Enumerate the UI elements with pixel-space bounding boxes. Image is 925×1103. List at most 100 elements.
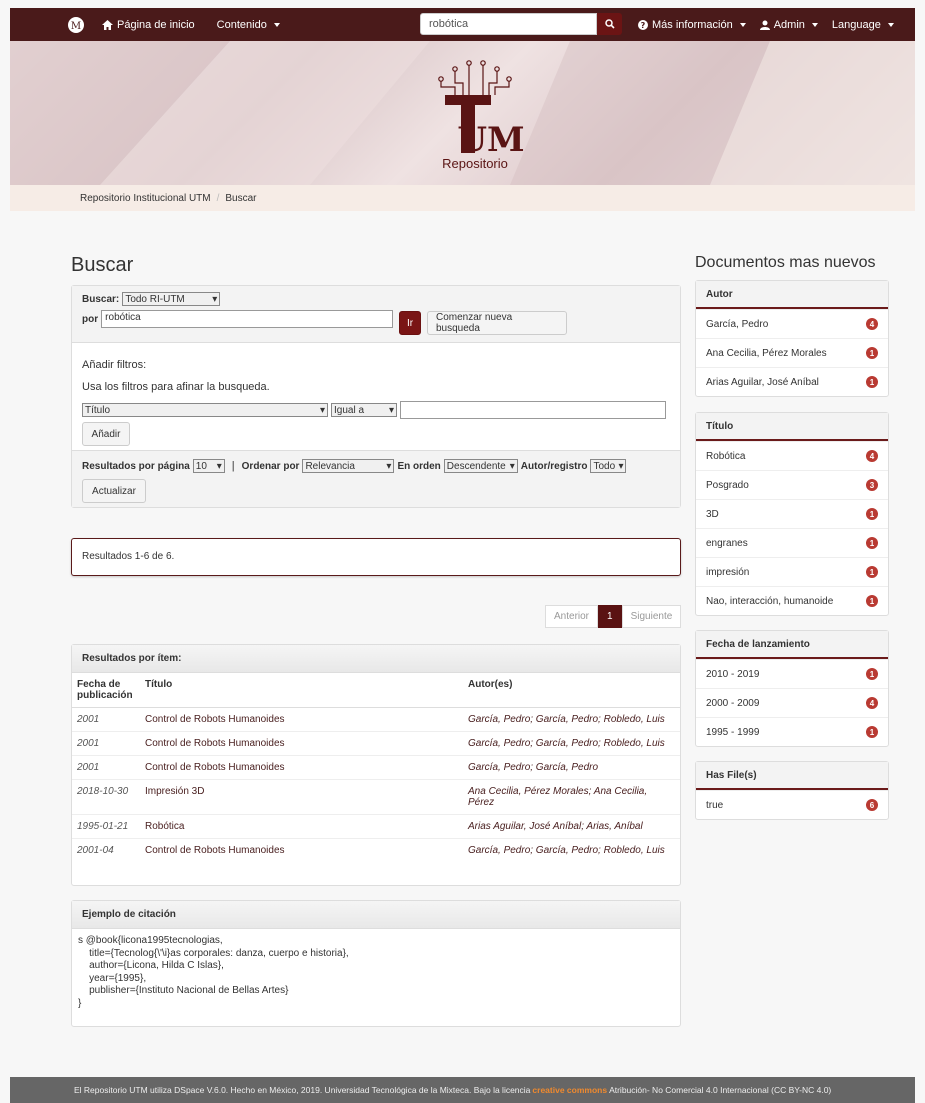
facet-item[interactable]: Posgrado 3 xyxy=(696,470,888,499)
chevron-down-icon: ▾ xyxy=(388,404,394,416)
filter-field-select[interactable]: Título ▾ xyxy=(82,403,328,417)
breadcrumb-current: Buscar xyxy=(225,192,257,204)
chevron-down-icon: ▾ xyxy=(386,460,392,472)
citation-text: s @book{licona1995tecnologias, title={Te… xyxy=(78,935,349,1009)
count-badge: 6 xyxy=(866,799,878,811)
row-authors-link[interactable]: García, Pedro; García, Pedro; Robledo, L… xyxy=(463,707,680,732)
facet-item-label: 2000 - 2009 xyxy=(706,697,760,709)
facet-item-label: Nao, interacción, humanoide xyxy=(706,595,834,607)
nav-home-link[interactable]: Página de inicio xyxy=(102,19,195,31)
row-title-link[interactable]: Control de Robots Humanoides xyxy=(140,707,463,732)
facet-item-label: true xyxy=(706,799,724,811)
creative-commons-logo[interactable]: creative commons xyxy=(532,1085,607,1095)
row-authors-link[interactable]: García, Pedro; García, Pedro xyxy=(463,755,680,780)
row-title-link[interactable]: Impresión 3D xyxy=(140,779,463,815)
row-title-link[interactable]: Control de Robots Humanoides xyxy=(140,755,463,780)
rpp-label: Resultados por página xyxy=(82,460,190,472)
facet-heading: Autor xyxy=(696,281,888,309)
new-search-button[interactable]: Comenzar nueva busqueda xyxy=(427,311,567,335)
nav-search-button[interactable] xyxy=(597,13,622,35)
facet-item[interactable]: engranes 1 xyxy=(696,528,888,557)
query-input[interactable]: robótica xyxy=(101,310,394,328)
col-authors-header: Autor(es) xyxy=(463,673,680,708)
nav-admin-label: Admin xyxy=(773,18,805,31)
order-select[interactable]: Descendente ▾ xyxy=(443,459,518,473)
count-badge: 1 xyxy=(866,347,878,359)
sort-select[interactable]: Relevancia ▾ xyxy=(302,459,395,473)
utm-nav-logo-icon[interactable]: M xyxy=(66,15,86,35)
row-date: 2001-04 xyxy=(72,838,140,862)
count-badge: 1 xyxy=(866,595,878,607)
count-badge: 4 xyxy=(866,450,878,462)
facet-item[interactable]: Arias Aguilar, José Aníbal 1 xyxy=(696,367,888,396)
query-label: por xyxy=(82,313,99,325)
nav-mas-info-dropdown[interactable]: ? Más información xyxy=(638,19,746,31)
facet-item[interactable]: 2010 - 2019 1 xyxy=(696,659,888,688)
count-badge: 1 xyxy=(866,668,878,680)
row-title-link[interactable]: Control de Robots Humanoides xyxy=(140,838,463,862)
etal-value: Todo xyxy=(593,460,616,472)
question-icon: ? xyxy=(638,19,648,30)
table-row: 2001 Control de Robots Humanoides García… xyxy=(72,707,680,732)
scope-label: Buscar: xyxy=(82,293,120,305)
facet-item[interactable]: Robótica 4 xyxy=(696,441,888,470)
table-row: 2018-10-30 Impresión 3D Ana Cecilia, Pér… xyxy=(72,779,680,815)
nav-contenido-dropdown[interactable]: Contenido xyxy=(217,19,280,31)
chevron-down-icon xyxy=(273,22,280,27)
col-date-header: Fecha de publicación xyxy=(72,673,140,708)
banner-logo-caption: Repositorio xyxy=(442,156,508,171)
svg-text:?: ? xyxy=(641,21,646,30)
facet-item[interactable]: García, Pedro 4 xyxy=(696,309,888,338)
order-value: Descendente xyxy=(446,460,506,472)
chevron-down-icon: ▾ xyxy=(212,293,218,305)
filters-help: Usa los filtros para afinar la busqueda. xyxy=(82,381,270,393)
row-authors-link[interactable]: García, Pedro; García, Pedro; Robledo, L… xyxy=(463,838,680,862)
facet-titulo: Título Robótica 4 Posgrado 3 3D 1 engranes 1… xyxy=(695,412,889,616)
rpp-select[interactable]: 10 ▾ xyxy=(192,459,225,473)
facet-item-label: 3D xyxy=(706,508,719,520)
scope-select[interactable]: Todo RI-UTM ▾ xyxy=(122,292,221,306)
go-button[interactable]: Ir xyxy=(399,311,421,335)
nav-mas-info-label: Más información xyxy=(652,18,733,31)
row-title-link[interactable]: Control de Robots Humanoides xyxy=(140,731,463,756)
row-authors-link[interactable]: Ana Cecilia, Pérez Morales; Ana Cecilia,… xyxy=(463,779,680,815)
facet-item[interactable]: 3D 1 xyxy=(696,499,888,528)
pager-prev[interactable]: Anterior xyxy=(545,605,599,628)
pager-current[interactable]: 1 xyxy=(598,605,622,628)
row-title-link[interactable]: Robótica xyxy=(140,814,463,839)
chevron-down-icon: ▾ xyxy=(319,404,325,416)
row-date: 2001 xyxy=(72,755,140,780)
facet-item[interactable]: Ana Cecilia, Pérez Morales 1 xyxy=(696,338,888,367)
nav-language-dropdown[interactable]: Language xyxy=(832,19,894,31)
count-badge: 1 xyxy=(866,726,878,738)
facet-item-label: engranes xyxy=(706,537,748,549)
count-badge: 1 xyxy=(866,376,878,388)
breadcrumb-root-link[interactable]: Repositorio Institucional UTM xyxy=(80,193,211,204)
facet-item[interactable]: Nao, interacción, humanoide 1 xyxy=(696,586,888,615)
row-authors-link[interactable]: García, Pedro; García, Pedro; Robledo, L… xyxy=(463,731,680,756)
footer-text-before: El Repositorio UTM utiliza DSpace V.6.0.… xyxy=(74,1085,531,1095)
facet-item[interactable]: 1995 - 1999 1 xyxy=(696,717,888,746)
items-heading: Resultados por ítem: xyxy=(72,645,680,673)
filter-op-select[interactable]: Igual a ▾ xyxy=(331,403,397,417)
search-form-panel: Buscar: Todo RI-UTM ▾ por robótica Ir Com… xyxy=(71,285,681,508)
facet-heading: Título xyxy=(696,413,888,441)
scope-select-value: Todo RI-UTM xyxy=(125,293,185,305)
count-badge: 1 xyxy=(866,537,878,549)
table-row: 1995-01-21 Robótica Arias Aguilar, José … xyxy=(72,814,680,839)
etal-select[interactable]: Todo ▾ xyxy=(590,459,627,473)
facet-item[interactable]: impresión 1 xyxy=(696,557,888,586)
results-summary: Resultados 1-6 de 6. xyxy=(71,538,681,576)
facet-item[interactable]: true 6 xyxy=(696,790,888,819)
pager-next[interactable]: Siguiente xyxy=(621,605,682,628)
add-filter-button[interactable]: Añadir xyxy=(82,422,130,446)
breadcrumb-separator: / xyxy=(216,192,220,204)
footer-text-after: Atribución- No Comercial 4.0 Internacion… xyxy=(609,1085,832,1095)
nav-search-input[interactable]: robótica xyxy=(420,13,597,35)
facet-item[interactable]: 2000 - 2009 4 xyxy=(696,688,888,717)
nav-admin-dropdown[interactable]: Admin xyxy=(759,18,818,31)
filter-value-input[interactable] xyxy=(400,401,666,419)
filter-separator: | xyxy=(231,460,235,472)
row-authors-link[interactable]: Arias Aguilar, José Aníbal; Arias, Aníba… xyxy=(463,814,680,839)
update-button[interactable]: Actualizar xyxy=(82,479,146,503)
